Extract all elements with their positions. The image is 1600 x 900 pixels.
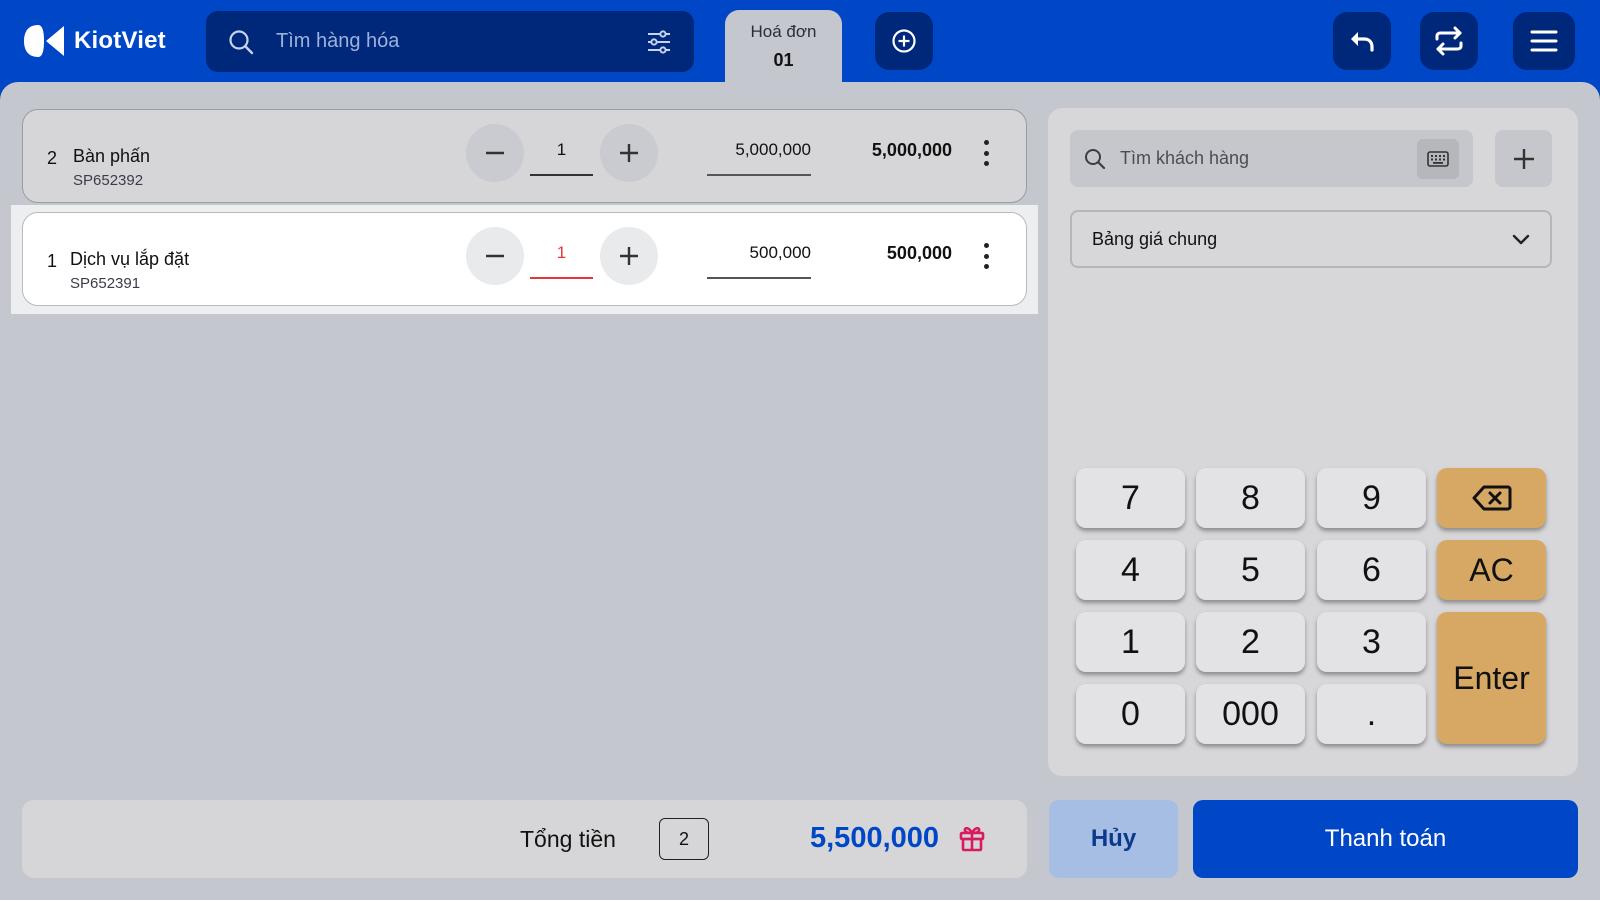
app-name: KiotViet — [74, 27, 166, 54]
backspace-button[interactable] — [1437, 468, 1546, 528]
decrease-qty-button[interactable] — [466, 124, 524, 182]
key-8[interactable]: 8 — [1196, 468, 1305, 528]
top-bar: KiotViet Tìm hàng hóa Hoá đơn 01 — [0, 0, 1600, 84]
minus-icon — [486, 151, 504, 155]
enter-button[interactable]: Enter — [1437, 612, 1546, 744]
quantity-input[interactable]: 1 — [530, 243, 593, 279]
tab-invoice[interactable]: Hoá đơn 01 — [725, 10, 842, 84]
key-6[interactable]: 6 — [1317, 540, 1426, 600]
item-count-badge: 2 — [659, 818, 709, 860]
total-amount: 5,500,000 — [810, 822, 940, 854]
customer-search-input[interactable]: Tìm khách hàng — [1120, 148, 1417, 169]
row-index: 2 — [47, 148, 58, 168]
plus-icon — [620, 144, 638, 162]
total-label: Tổng tiền — [520, 826, 616, 852]
product-code: SP652392 — [73, 172, 144, 189]
pricebook-select[interactable]: Bảng giá chung — [1070, 210, 1552, 268]
gift-icon[interactable] — [958, 824, 986, 852]
product-code: SP652391 — [70, 275, 141, 292]
product-name: Dịch vụ lắp đặt — [70, 249, 190, 269]
cart-row[interactable]: 2 Bàn phấn SP652392 1 5,000,000 5,000,00… — [22, 109, 1027, 203]
plus-circle-icon — [892, 29, 916, 53]
plus-icon — [620, 247, 638, 265]
sync-button[interactable] — [1420, 12, 1478, 70]
line-total: 500,000 — [886, 243, 952, 263]
key-7[interactable]: 7 — [1076, 468, 1185, 528]
decrease-qty-button[interactable] — [466, 227, 524, 285]
plus-icon — [1513, 148, 1534, 169]
undo-icon — [1351, 32, 1374, 52]
key-3[interactable]: 3 — [1317, 612, 1426, 672]
customer-search[interactable]: Tìm khách hàng — [1070, 130, 1473, 187]
keyboard-button[interactable] — [1417, 138, 1459, 179]
pricebook-value: Bảng giá chung — [1092, 228, 1218, 249]
backspace-icon — [1472, 485, 1511, 511]
search-icon — [229, 29, 254, 54]
add-customer-button[interactable] — [1495, 130, 1552, 187]
quantity-input[interactable]: 1 — [530, 140, 593, 176]
cancel-button[interactable]: Hủy — [1049, 800, 1178, 878]
key-dot[interactable]: . — [1317, 684, 1426, 744]
unit-price-input[interactable]: 5,000,000 — [707, 140, 811, 176]
order-summary-bar: Tổng tiền 2 5,500,000 — [22, 800, 1027, 878]
tab-number: 01 — [773, 50, 794, 70]
unit-price-input[interactable]: 500,000 — [707, 243, 811, 279]
key-000[interactable]: 000 — [1196, 684, 1305, 744]
key-9[interactable]: 9 — [1317, 468, 1426, 528]
hamburger-menu-icon — [1530, 30, 1558, 52]
more-options-icon[interactable] — [981, 140, 991, 166]
minus-icon — [486, 254, 504, 258]
search-icon — [1085, 148, 1106, 169]
keyboard-icon — [1427, 150, 1449, 167]
key-5[interactable]: 5 — [1196, 540, 1305, 600]
add-invoice-button[interactable] — [875, 12, 933, 70]
chevron-down-icon — [1512, 234, 1530, 245]
row-index: 1 — [47, 251, 58, 271]
checkout-panel: Tìm khách hàng Bảng giá chung 7 8 9 4 5 … — [1048, 108, 1578, 776]
filter-sliders-icon[interactable] — [646, 29, 672, 54]
cart-row[interactable]: 1 Dịch vụ lắp đặt SP652391 1 500,000 500… — [22, 212, 1027, 306]
clear-all-button[interactable]: AC — [1437, 540, 1546, 600]
product-name: Bàn phấn — [73, 146, 151, 166]
kiotviet-logo-icon — [24, 25, 64, 57]
key-1[interactable]: 1 — [1076, 612, 1185, 672]
more-options-icon[interactable] — [981, 243, 991, 269]
search-input[interactable]: Tìm hàng hóa — [276, 30, 646, 53]
undo-button[interactable] — [1333, 12, 1391, 70]
pay-button[interactable]: Thanh toán — [1193, 800, 1578, 878]
swap-arrows-icon — [1435, 26, 1463, 56]
increase-qty-button[interactable] — [600, 124, 658, 182]
line-total: 5,000,000 — [871, 140, 952, 160]
key-2[interactable]: 2 — [1196, 612, 1305, 672]
menu-button[interactable] — [1513, 12, 1575, 70]
key-4[interactable]: 4 — [1076, 540, 1185, 600]
key-0[interactable]: 0 — [1076, 684, 1185, 744]
increase-qty-button[interactable] — [600, 227, 658, 285]
logo: KiotViet — [24, 22, 166, 60]
product-search[interactable]: Tìm hàng hóa — [206, 11, 694, 72]
tab-title: Hoá đơn — [750, 22, 817, 41]
